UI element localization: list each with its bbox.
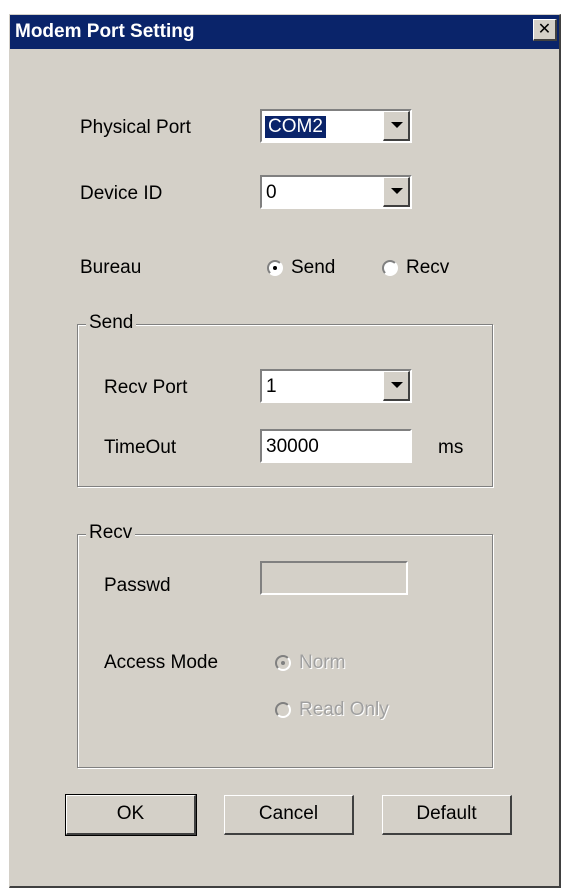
passwd-label: Passwd [104,575,171,596]
bureau-send-label: Send [291,257,336,278]
physical-port-select[interactable]: COM2 [260,109,412,143]
radio-circle [382,260,398,276]
chevron-down-icon [391,188,403,194]
cancel-button[interactable]: Cancel [224,795,354,835]
device-id-dropdown-button[interactable] [383,177,410,207]
physical-port-value: COM2 [264,115,327,139]
chevron-down-icon [391,382,403,388]
title-bar[interactable]: Modem Port Setting ✕ [10,15,559,49]
access-mode-norm-label: Norm [299,652,346,673]
dialog-title: Modem Port Setting [15,21,195,42]
access-mode-readonly-radio[interactable]: Read Only [275,699,425,723]
passwd-input[interactable] [260,561,408,595]
ok-button[interactable]: OK [65,794,197,836]
device-id-label: Device ID [80,183,163,204]
chevron-down-icon [391,122,403,128]
bureau-send-radio[interactable]: Send [267,257,362,281]
recv-group-legend: Recv [86,522,136,544]
radio-circle [267,260,283,276]
recv-port-value: 1 [266,376,277,397]
device-id-select[interactable]: 0 [260,175,412,209]
timeout-label: TimeOut [104,437,177,458]
radio-circle [275,655,291,671]
timeout-unit-label: ms [438,437,464,458]
default-button[interactable]: Default [382,795,512,835]
recv-port-select[interactable]: 1 [260,369,412,403]
close-button[interactable]: ✕ [533,19,557,41]
bureau-label: Bureau [80,257,142,278]
close-icon: ✕ [537,21,552,38]
device-id-value: 0 [266,182,277,203]
access-mode-norm-radio[interactable]: Norm [275,652,385,676]
bureau-recv-radio[interactable]: Recv [382,257,477,281]
bureau-recv-label: Recv [406,257,450,278]
send-group-legend: Send [86,312,137,334]
radio-circle [275,702,291,718]
recv-port-dropdown-button[interactable] [383,371,410,401]
physical-port-dropdown-button[interactable] [383,111,410,141]
access-mode-label: Access Mode [104,652,219,673]
modem-port-setting-dialog: Modem Port Setting ✕ Physical Port COM2 … [9,14,561,888]
physical-port-label: Physical Port [80,117,191,138]
recv-port-label: Recv Port [104,377,188,398]
radio-selected-dot [273,266,277,270]
access-mode-readonly-label: Read Only [299,699,389,720]
timeout-input[interactable]: 30000 [260,429,412,463]
radio-selected-dot [281,661,285,665]
timeout-value: 30000 [266,436,319,457]
